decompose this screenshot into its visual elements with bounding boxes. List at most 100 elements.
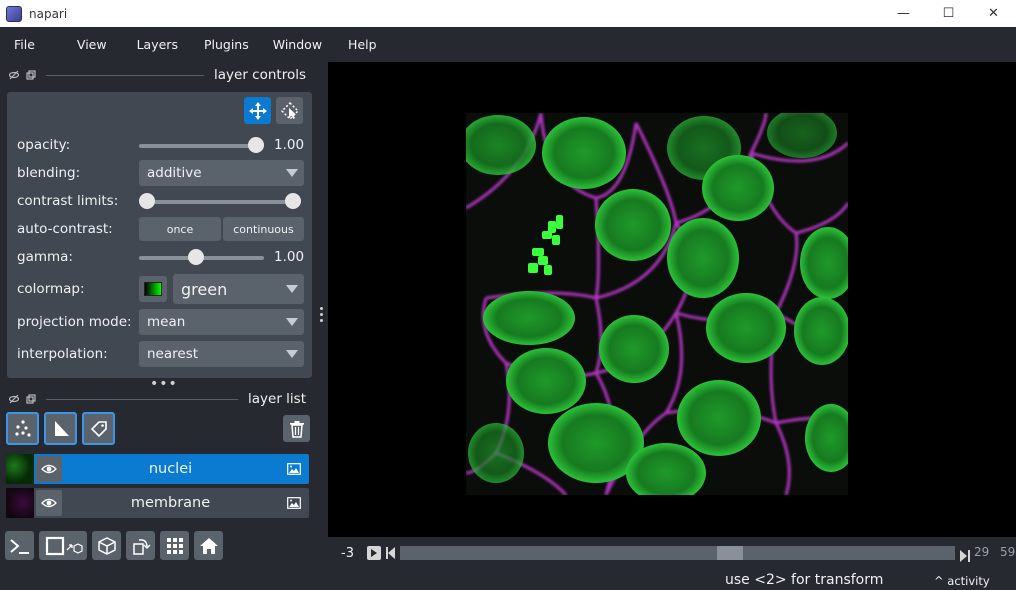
dims-slider-track[interactable] [400, 546, 955, 560]
title-bar: napari — ☐ ✕ [0, 0, 1016, 27]
grid-view-button[interactable] [160, 531, 189, 560]
shapes-icon [54, 420, 69, 436]
interpolation-value: nearest [147, 346, 199, 362]
auto-contrast-row: auto-contrast: once continuous [17, 216, 307, 242]
projection-mode-label: projection mode: [17, 314, 132, 330]
contrast-high-handle[interactable] [285, 193, 301, 209]
roll-dimensions-button[interactable] [92, 531, 121, 560]
header-divider [46, 398, 238, 400]
layer-row-nuclei[interactable]: nuclei [6, 454, 309, 484]
colormap-preview[interactable] [139, 276, 167, 302]
reset-view-button[interactable] [194, 531, 223, 560]
transpose-button[interactable] [126, 531, 155, 560]
auto-contrast-continuous-button[interactable]: continuous [223, 217, 304, 241]
minimize-button[interactable]: — [881, 0, 926, 27]
opacity-row: opacity: 1.00 [17, 132, 307, 158]
pan-zoom-button[interactable] [244, 97, 271, 124]
menu-plugins[interactable]: Plugins [192, 27, 263, 62]
contrast-limits-track [139, 200, 301, 204]
layer-row-membrane[interactable]: membrane [6, 488, 309, 518]
layer-controls-panel: opacity: 1.00 blending: additive contras… [7, 92, 312, 378]
dock-splitter-handle[interactable] [320, 307, 323, 325]
window-title: napari [29, 6, 68, 21]
total-frames: 59 [1000, 545, 1016, 559]
opacity-slider[interactable] [139, 132, 264, 158]
header-divider [46, 74, 204, 76]
visibility-toggle[interactable] [36, 490, 62, 516]
transform-button[interactable] [276, 97, 303, 124]
interpolation-row: interpolation: nearest [17, 341, 307, 367]
layer-name[interactable]: membrane [62, 495, 279, 511]
layer-name[interactable]: nuclei [62, 461, 279, 477]
hide-panel-icon[interactable] [8, 70, 19, 81]
chevron-down-icon [286, 318, 298, 326]
current-frame[interactable]: 29 [974, 545, 989, 559]
viewer-canvas[interactable] [328, 62, 1016, 537]
opacity-value: 1.00 [274, 137, 305, 153]
microscopy-image[interactable] [466, 113, 848, 495]
contrast-limits-slider[interactable] [139, 188, 301, 214]
grid-icon [166, 537, 183, 554]
contrast-limits-row: contrast limits: [17, 188, 307, 214]
visibility-toggle[interactable] [36, 456, 62, 482]
napari-logo-icon [6, 5, 22, 22]
gamma-row: gamma: 1.00 [17, 244, 307, 270]
blending-combobox[interactable]: additive [139, 160, 304, 186]
auto-contrast-label: auto-contrast: [17, 221, 113, 237]
new-labels-layer-button[interactable] [82, 412, 115, 445]
gamma-label: gamma: [17, 249, 73, 265]
blending-value: additive [147, 165, 202, 181]
status-message: use <2> for transform [725, 572, 884, 588]
ndisplay-button[interactable] [39, 531, 87, 560]
projection-mode-combobox[interactable]: mean [139, 309, 304, 335]
gamma-slider[interactable] [139, 244, 264, 270]
dims-slider-thumb[interactable] [717, 546, 744, 560]
contrast-limits-label: contrast limits: [17, 193, 119, 209]
new-layer-toolbar [6, 412, 115, 445]
menu-layers[interactable]: Layers [121, 27, 192, 62]
auto-contrast-once-button[interactable]: once [139, 217, 221, 241]
activity-toggle[interactable]: ^ activity [934, 574, 990, 588]
float-panel-icon[interactable] [25, 70, 36, 81]
interpolation-combobox[interactable]: nearest [139, 341, 304, 367]
menu-view[interactable]: View [49, 27, 121, 62]
layer-controls-title: layer controls [214, 67, 306, 83]
transform-select-icon [280, 101, 299, 120]
opacity-slider-handle[interactable] [248, 137, 264, 153]
float-panel-icon[interactable] [25, 394, 36, 405]
close-button[interactable]: ✕ [971, 0, 1016, 27]
viewer-buttons [5, 531, 223, 560]
projection-mode-row: projection mode: mean [17, 309, 307, 335]
image-layer-icon [279, 497, 309, 509]
menu-file[interactable]: File [0, 27, 49, 62]
colormap-combobox[interactable]: green [173, 274, 304, 304]
axis-label[interactable]: -3 [341, 546, 363, 561]
step-back-button[interactable] [386, 547, 396, 559]
interpolation-label: interpolation: [17, 346, 108, 362]
home-icon [199, 537, 218, 554]
menu-help[interactable]: Help [336, 27, 391, 62]
blending-label: blending: [17, 165, 81, 181]
terminal-icon [9, 538, 29, 554]
colormap-label: colormap: [17, 281, 85, 297]
step-forward-icon [960, 550, 970, 562]
gamma-slider-handle[interactable] [188, 249, 205, 265]
maximize-button[interactable]: ☐ [926, 0, 971, 27]
menu-window[interactable]: Window [263, 27, 336, 62]
layer-thumbnail [6, 488, 34, 518]
new-points-layer-button[interactable] [6, 412, 39, 445]
play-icon [371, 549, 377, 557]
cube-icon [97, 536, 116, 555]
opacity-label: opacity: [17, 137, 71, 153]
contrast-low-handle[interactable] [139, 193, 155, 209]
new-shapes-layer-button[interactable] [44, 412, 77, 445]
step-forward-button[interactable] [960, 547, 970, 566]
blending-row: blending: additive [17, 160, 307, 186]
chevron-down-icon [286, 350, 298, 358]
delete-layer-button[interactable] [283, 415, 310, 442]
move-arrows-icon [248, 101, 267, 120]
hide-panel-icon[interactable] [8, 394, 19, 405]
console-button[interactable] [5, 531, 34, 560]
play-button[interactable] [367, 546, 381, 560]
eye-icon [41, 464, 57, 474]
